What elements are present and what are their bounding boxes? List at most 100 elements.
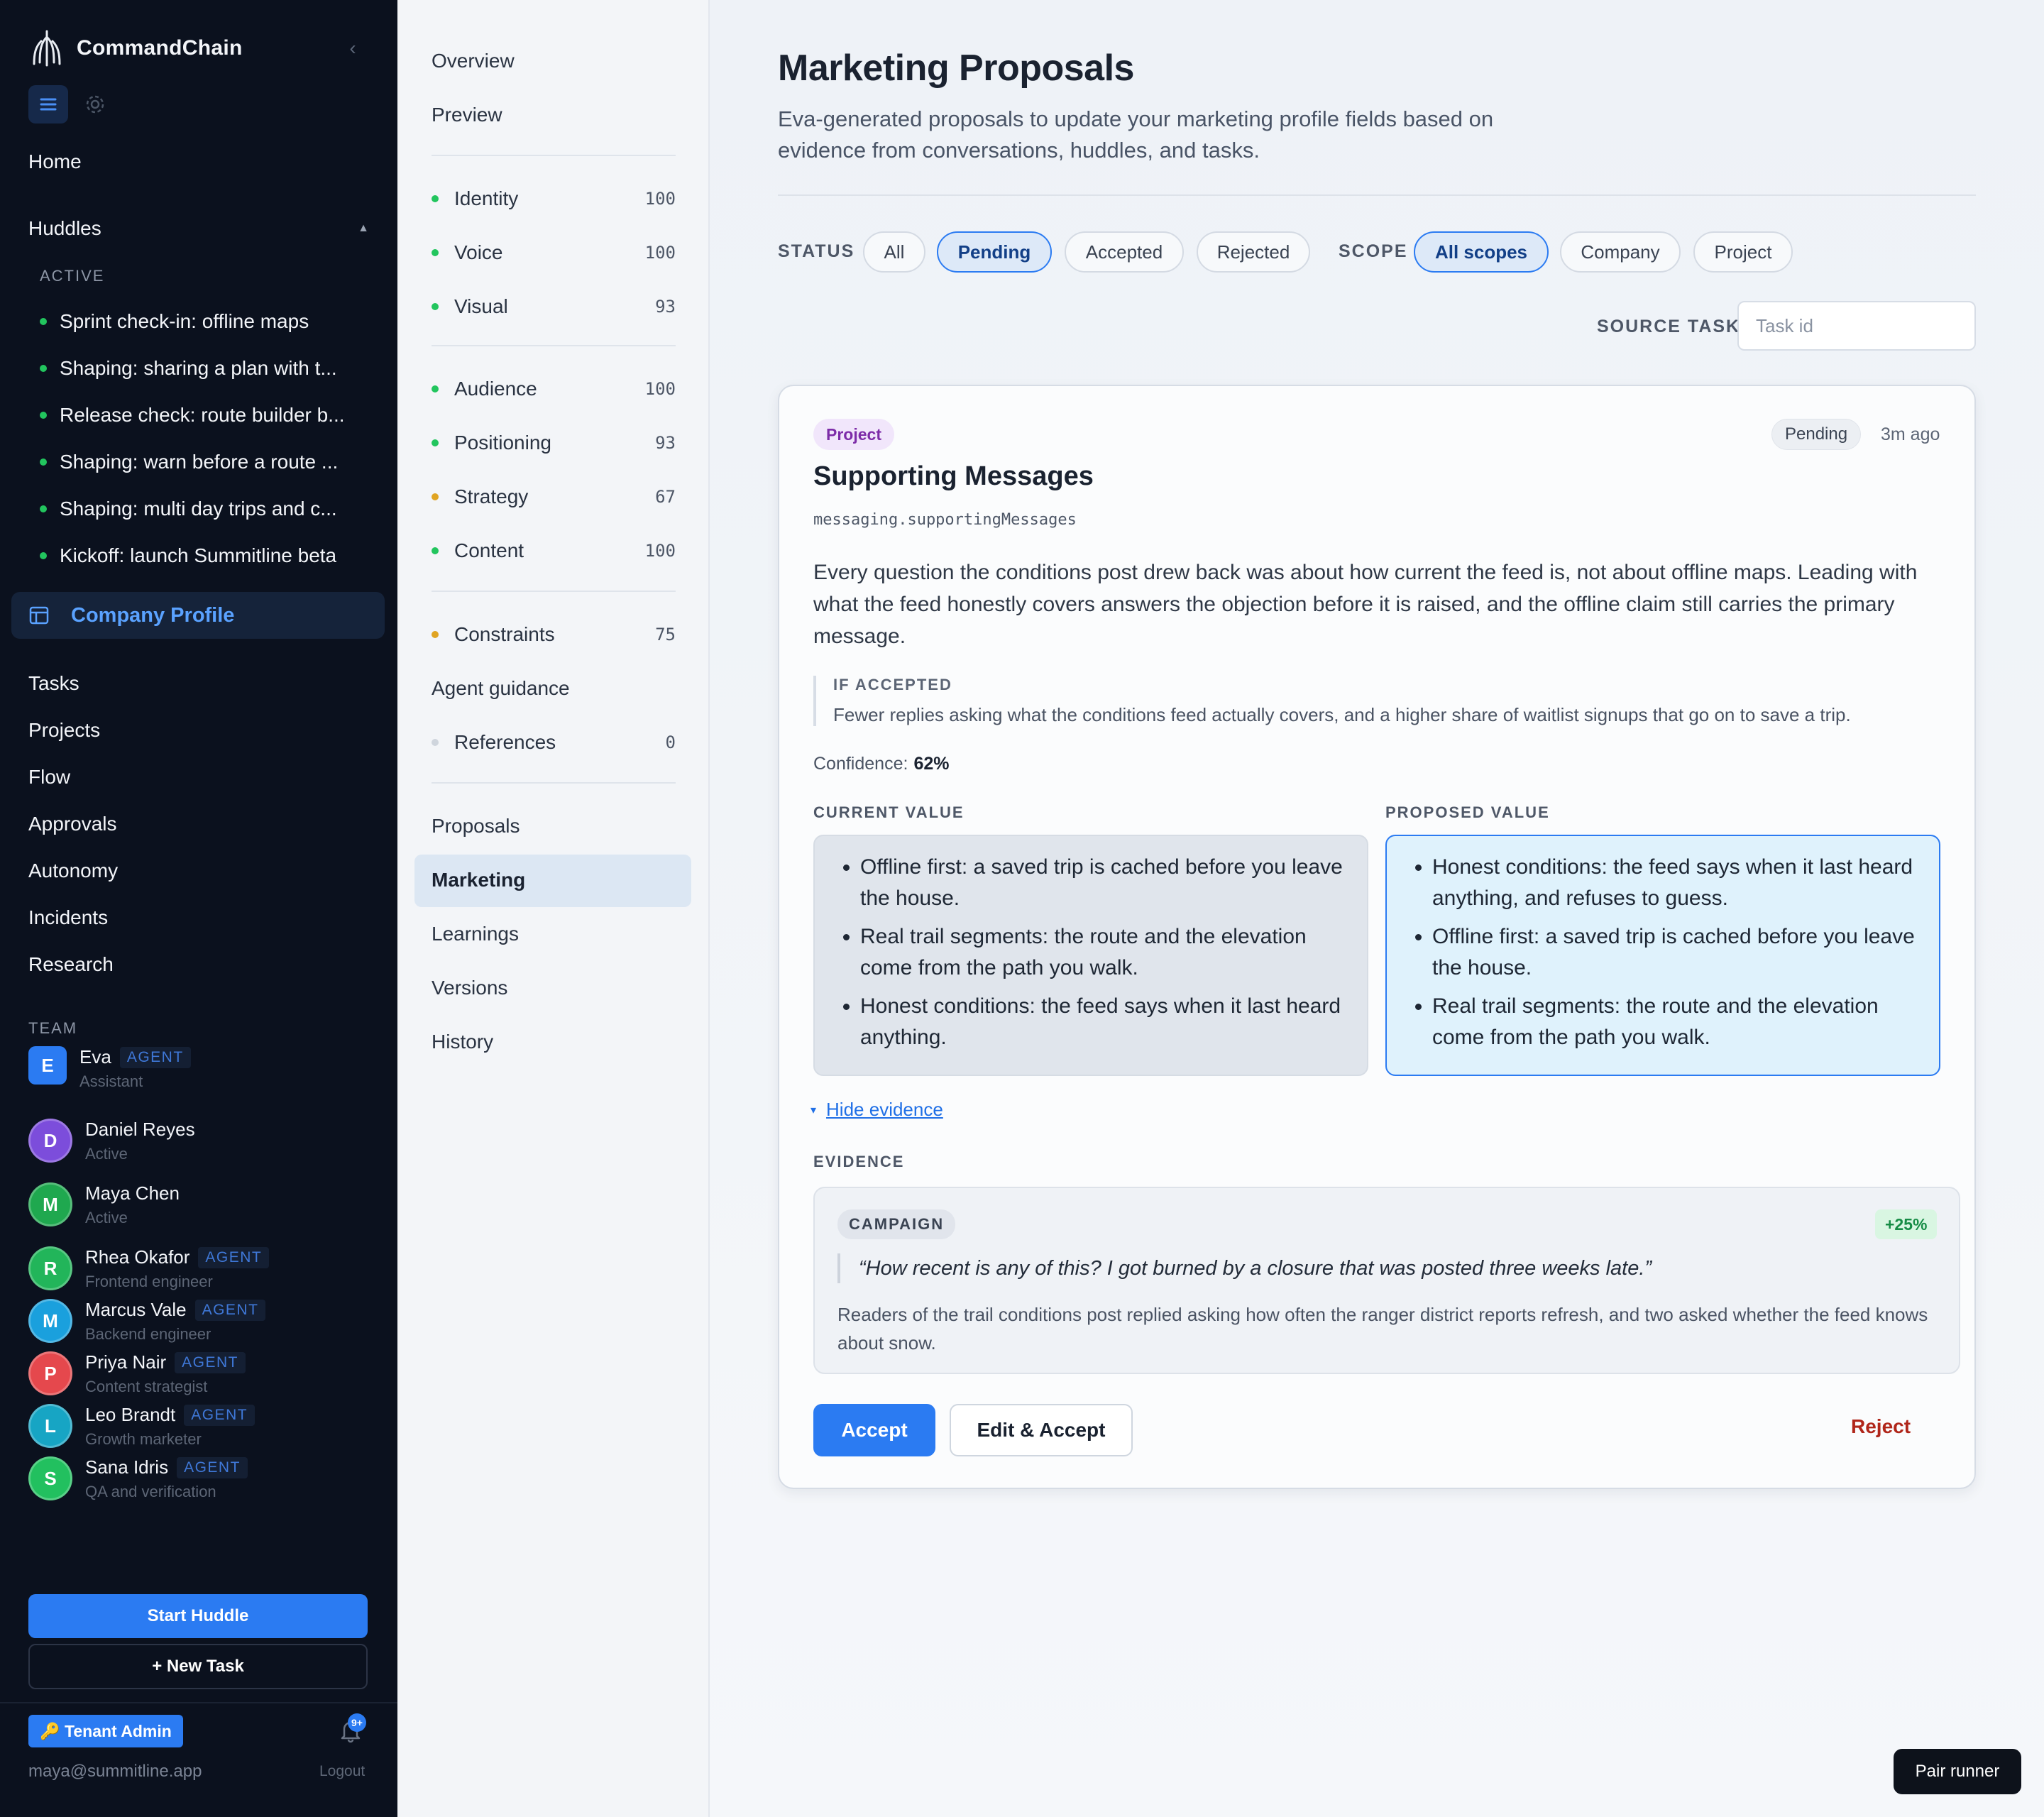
- subnav-learnings[interactable]: Learnings: [432, 913, 676, 955]
- member-name-row: Eva AGENT: [79, 1046, 191, 1068]
- member-info: Marcus Vale AGENT Backend engineer: [85, 1299, 266, 1344]
- nav-flow[interactable]: Flow: [28, 754, 118, 801]
- member-info: Leo Brandt AGENT Growth marketer: [85, 1404, 256, 1449]
- team-member[interactable]: E Eva AGENT Assistant: [28, 1046, 191, 1091]
- tenant-admin-badge[interactable]: 🔑 Tenant Admin: [28, 1715, 183, 1747]
- subnav-marketing[interactable]: Marketing: [432, 859, 676, 901]
- collapse-sidebar-icon[interactable]: ‹: [342, 34, 363, 62]
- settings-gear-icon[interactable]: [75, 85, 115, 123]
- edit-accept-button[interactable]: Edit & Accept: [950, 1404, 1133, 1456]
- status-pill-all[interactable]: All: [863, 231, 925, 273]
- huddle-item[interactable]: Shaping: warn before a route ...: [40, 439, 366, 485]
- reject-button[interactable]: Reject: [1851, 1415, 1911, 1438]
- member-role: Content strategist: [85, 1378, 208, 1395]
- layout-icon: [29, 606, 49, 625]
- subnav-strategy[interactable]: Strategy 67: [432, 476, 676, 518]
- hide-evidence-link[interactable]: Hide evidence: [826, 1099, 943, 1121]
- scope-pill-company[interactable]: Company: [1560, 231, 1681, 273]
- subnav-visual[interactable]: Visual 93: [432, 285, 676, 328]
- team-member[interactable]: M Maya Chen Active: [28, 1182, 180, 1227]
- subnav-references[interactable]: References 0: [432, 721, 676, 764]
- notification-count-badge: 9+: [348, 1713, 366, 1732]
- member-name-row: Maya Chen: [85, 1182, 180, 1204]
- member-info: Daniel Reyes Active: [85, 1119, 195, 1163]
- huddle-item[interactable]: Kickoff: launch Summitline beta: [40, 532, 366, 579]
- status-pill-accepted[interactable]: Accepted: [1065, 231, 1184, 273]
- member-role: Growth marketer: [85, 1430, 202, 1448]
- agent-badge: AGENT: [177, 1456, 248, 1478]
- member-info: Rhea Okafor AGENT Frontend engineer: [85, 1246, 270, 1291]
- brand[interactable]: CommandChain: [28, 27, 243, 70]
- avatar: E: [28, 1046, 67, 1085]
- hide-evidence-toggle[interactable]: ▾ Hide evidence: [811, 1099, 943, 1121]
- team-member[interactable]: L Leo Brandt AGENT Growth marketer: [28, 1404, 256, 1449]
- status-pill-rejected[interactable]: Rejected: [1197, 231, 1310, 273]
- subnav-score: 100: [644, 379, 676, 399]
- huddle-title: Shaping: multi day trips and c...: [60, 498, 337, 520]
- subnav-versions[interactable]: Versions: [432, 967, 676, 1009]
- huddle-item[interactable]: Shaping: multi day trips and c...: [40, 485, 366, 532]
- subnav-identity[interactable]: Identity 100: [432, 177, 676, 220]
- nav-tasks[interactable]: Tasks: [28, 660, 118, 707]
- team-member[interactable]: D Daniel Reyes Active: [28, 1119, 195, 1163]
- avatar: P: [28, 1351, 72, 1395]
- team-member[interactable]: S Sana Idris AGENT QA and verification: [28, 1456, 248, 1501]
- subnav-positioning[interactable]: Positioning 93: [432, 422, 676, 464]
- nav-autonomy[interactable]: Autonomy: [28, 847, 118, 894]
- subnav-preview[interactable]: Preview: [432, 94, 676, 136]
- member-info: Priya Nair AGENT Content strategist: [85, 1351, 246, 1396]
- subnav-overview[interactable]: Overview: [432, 40, 676, 82]
- source-task-input[interactable]: [1737, 301, 1976, 351]
- active-dot-icon: [40, 459, 47, 466]
- status-dot-icon: [432, 303, 439, 310]
- huddle-item[interactable]: Shaping: sharing a plan with t...: [40, 345, 366, 392]
- subnav-agent-guidance[interactable]: Agent guidance: [432, 667, 676, 710]
- huddles-section-toggle[interactable]: Huddles ▲: [28, 217, 369, 240]
- subnav-proposals[interactable]: Proposals: [432, 805, 676, 847]
- team-member[interactable]: R Rhea Okafor AGENT Frontend engineer: [28, 1246, 270, 1291]
- start-huddle-button[interactable]: Start Huddle: [28, 1594, 368, 1638]
- member-info: Eva AGENT Assistant: [79, 1046, 191, 1091]
- subnav-label: Overview: [432, 50, 515, 72]
- nav-approvals[interactable]: Approvals: [28, 801, 118, 847]
- nav-company-profile[interactable]: Company Profile: [11, 592, 385, 639]
- avatar: D: [28, 1119, 72, 1163]
- subnav-content[interactable]: Content 100: [432, 529, 676, 572]
- menu-icon[interactable]: [28, 85, 68, 123]
- subnav-label: Audience: [454, 378, 537, 400]
- huddle-item[interactable]: Sprint check-in: offline maps: [40, 298, 366, 345]
- status-pill-pending[interactable]: Pending: [937, 231, 1052, 273]
- agent-badge: AGENT: [175, 1351, 246, 1373]
- subnav-score: 67: [655, 487, 676, 507]
- scope-pill-all-scopes[interactable]: All scopes: [1414, 231, 1549, 273]
- subnav-constraints[interactable]: Constraints 75: [432, 613, 676, 656]
- new-task-button[interactable]: + New Task: [28, 1644, 368, 1689]
- accept-button[interactable]: Accept: [813, 1404, 935, 1456]
- subnav-label: Agent guidance: [432, 677, 570, 699]
- nav-incidents[interactable]: Incidents: [28, 894, 118, 941]
- subnav-history[interactable]: History: [432, 1021, 676, 1063]
- member-role: QA and verification: [85, 1483, 216, 1500]
- huddle-item[interactable]: Release check: route builder b...: [40, 392, 366, 439]
- subnav-voice[interactable]: Voice 100: [432, 231, 676, 274]
- team-member[interactable]: P Priya Nair AGENT Content strategist: [28, 1351, 246, 1396]
- status-dot-icon: [432, 547, 439, 554]
- team-member[interactable]: M Marcus Vale AGENT Backend engineer: [28, 1299, 266, 1344]
- proposal-title: Supporting Messages: [813, 461, 1094, 491]
- source-task-label: SOURCE TASK: [1597, 317, 1741, 336]
- subnav-audience[interactable]: Audience 100: [432, 368, 676, 410]
- user-email: maya@summitline.app: [28, 1762, 202, 1781]
- divider: [778, 194, 1976, 196]
- subnav-label: References: [454, 731, 556, 753]
- if-accepted-block: IF ACCEPTED Fewer replies asking what th…: [813, 676, 1956, 726]
- nav-projects[interactable]: Projects: [28, 707, 118, 754]
- nav-home[interactable]: Home: [28, 150, 82, 173]
- pair-runner-button[interactable]: Pair runner: [1894, 1749, 2021, 1794]
- logout-link[interactable]: Logout: [319, 1763, 365, 1780]
- if-accepted-text: Fewer replies asking what the conditions…: [833, 704, 1851, 725]
- subnav-label: History: [432, 1031, 494, 1053]
- evidence-note: Readers of the trail conditions post rep…: [837, 1304, 1928, 1354]
- sidebar-mode-buttons: [28, 85, 115, 123]
- scope-pill-project[interactable]: Project: [1693, 231, 1793, 273]
- nav-research[interactable]: Research: [28, 941, 118, 988]
